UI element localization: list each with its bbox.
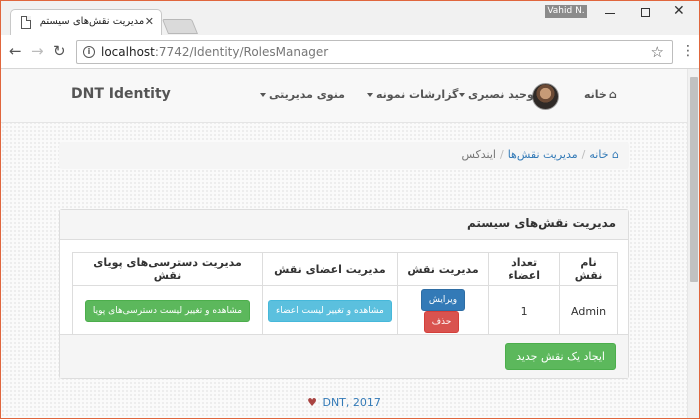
breadcrumb-separator: / (499, 148, 504, 161)
address-bar[interactable]: i localhost:7742/Identity/RolesManager ☆ (76, 40, 673, 64)
forward-arrow-icon[interactable]: → (31, 41, 44, 61)
create-role-button[interactable]: ایجاد یک نقش جدید (505, 343, 616, 370)
url-path: :7742/Identity/RolesManager (154, 45, 329, 59)
profile-badge[interactable]: Vahid N. (545, 5, 587, 18)
page-footer: ♥ DNT, 2017 (1, 396, 687, 409)
caret-down-icon (367, 93, 373, 97)
breadcrumb-home-label: خانه (589, 148, 609, 161)
info-icon[interactable]: i (83, 46, 95, 58)
nav-reports-label: گزارشات نمونه (376, 88, 459, 101)
scrollbar-thumb[interactable] (690, 77, 698, 282)
new-tab-button[interactable] (161, 19, 199, 34)
nav-home[interactable]: ⌂خانه (584, 88, 617, 101)
column-header-role-management: مدیریت نقش (396, 252, 490, 286)
url-text: localhost:7742/Identity/RolesManager (101, 45, 328, 59)
column-header-access-management: مدیریت دسترسی‌های پویای نقش (72, 252, 263, 286)
home-icon: ⌂ (608, 88, 617, 101)
column-header-members-count: تعداد اعضاء (488, 252, 561, 286)
app-navbar: DNT Identity ⌂خانه وحید نصیری گزارشات نم… (1, 69, 687, 123)
reload-icon[interactable]: ↻ (53, 41, 66, 61)
edit-button[interactable]: ویرایش (420, 289, 466, 311)
panel-footer: ایجاد یک نقش جدید (60, 334, 628, 378)
tab-close-icon[interactable]: ✕ (145, 15, 154, 28)
title-bar: مدیریت نقش‌های سیستم ✕ Vahid N. ✕ (1, 1, 699, 36)
maximize-icon[interactable] (641, 8, 650, 17)
nav-home-label: خانه (584, 88, 607, 101)
breadcrumb-separator: / (581, 148, 586, 161)
tab-title: مدیریت نقش‌های سیستم (39, 16, 145, 27)
document-icon (21, 16, 31, 29)
table-header-row: نام نقش تعداد اعضاء مدیریت نقش مدیریت اع… (72, 252, 618, 286)
heart-icon: ♥ (307, 396, 317, 409)
column-header-role-name: نام نقش (559, 252, 618, 286)
column-header-members-management: مدیریت اعضای نقش (262, 252, 398, 286)
brand-logo[interactable]: DNT Identity (71, 86, 171, 102)
caret-down-icon (260, 93, 266, 97)
nav-admin-label: منوی مدیریتی (269, 88, 345, 101)
browser-tab[interactable]: مدیریت نقش‌های سیستم ✕ (10, 9, 162, 36)
avatar[interactable] (532, 83, 559, 110)
nav-admin-menu[interactable]: منوی مدیریتی (260, 88, 345, 101)
caret-down-icon (459, 93, 465, 97)
access-actions-cell: مشاهده و تغییر لیست دسترسی‌های پویا (72, 285, 263, 337)
breadcrumb-home[interactable]: ⌂ خانه (589, 148, 619, 161)
browser-menu-icon[interactable]: ⋮ (681, 43, 695, 59)
nav-reports-menu[interactable]: گزارشات نمونه (367, 88, 458, 101)
nav-user-menu[interactable]: وحید نصیری (459, 88, 534, 101)
view-members-button[interactable]: مشاهده و تغییر لیست اعضاء (268, 300, 392, 322)
back-arrow-icon[interactable]: ← (9, 41, 22, 61)
roles-panel: مدیریت نقش‌های سیستم نام نقش تعداد اعضاء… (59, 209, 629, 379)
bookmark-star-icon[interactable]: ☆ (651, 43, 664, 61)
browser-toolbar: ← → ↻ i localhost:7742/Identity/RolesMan… (1, 35, 699, 69)
role-name-cell: Admin (559, 285, 618, 337)
footer-text[interactable]: DNT, 2017 (322, 396, 380, 409)
members-actions-cell: مشاهده و تغییر لیست اعضاء (262, 285, 398, 337)
browser-window: مدیریت نقش‌های سیستم ✕ Vahid N. ✕ ← → ↻ … (0, 0, 700, 419)
breadcrumb: ⌂ خانه/مدیریت نقش‌ها/ایندکس (59, 142, 629, 169)
view-access-button[interactable]: مشاهده و تغییر لیست دسترسی‌های پویا (84, 300, 251, 322)
role-actions-cell: ویرایشحذف (396, 285, 490, 337)
url-host: localhost (101, 45, 155, 59)
table-row: Admin 1 ویرایشحذف مشاهده و تغییر لیست اع… (72, 285, 618, 337)
breadcrumb-current: ایندکس (461, 148, 496, 161)
window-close-icon[interactable]: ✕ (673, 3, 685, 19)
breadcrumb-roles[interactable]: مدیریت نقش‌ها (508, 148, 578, 161)
vertical-scrollbar[interactable] (687, 69, 699, 418)
minimize-icon[interactable] (605, 13, 615, 14)
members-count-cell: 1 (488, 285, 561, 337)
panel-title: مدیریت نقش‌های سیستم (60, 210, 628, 240)
home-icon: ⌂ (612, 148, 619, 161)
roles-table: نام نقش تعداد اعضاء مدیریت نقش مدیریت اع… (72, 252, 618, 337)
delete-button[interactable]: حذف (423, 311, 460, 333)
page-viewport: DNT Identity ⌂خانه وحید نصیری گزارشات نم… (1, 69, 687, 418)
nav-user-label: وحید نصیری (468, 88, 534, 101)
